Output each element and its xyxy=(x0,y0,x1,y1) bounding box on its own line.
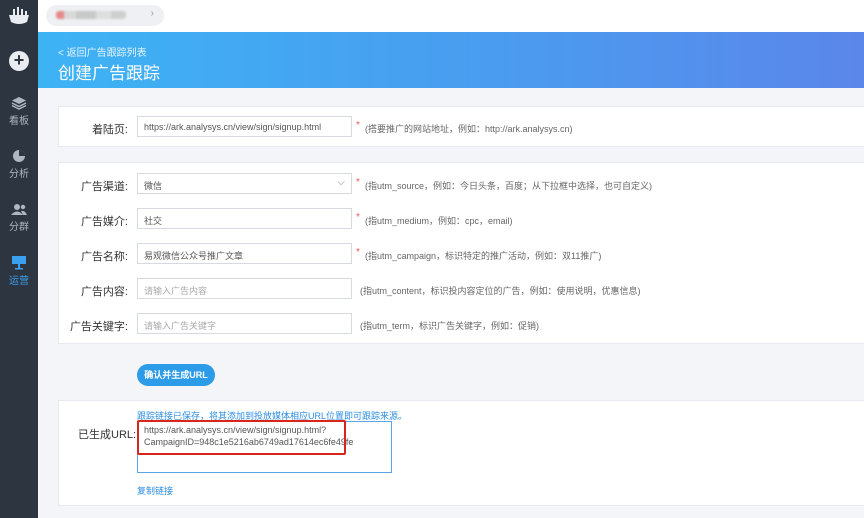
page-title: 创建广告跟踪 xyxy=(58,64,160,83)
sidebar-item-operations[interactable]: 运营 xyxy=(0,255,38,287)
project-name-redacted xyxy=(56,11,126,19)
content-input[interactable]: 请输入广告内容 xyxy=(137,278,352,299)
top-bar: › xyxy=(38,0,864,32)
sidebar-item-label: 分群 xyxy=(9,222,29,233)
required-mark: * xyxy=(356,120,360,131)
chevron-icon: › xyxy=(150,8,154,19)
generate-url-button[interactable]: 确认并生成URL xyxy=(137,364,215,386)
result-panel: 跟踪链接已保存，将其添加到投放媒体相应URL位置即可跟踪来源。 已生成URL: … xyxy=(58,400,864,506)
landing-page-input[interactable]: https://ark.analysys.cn/view/sign/signup… xyxy=(137,116,352,137)
medium-label: 广告媒介: xyxy=(80,216,128,228)
required-mark: * xyxy=(356,212,360,223)
sidebar-item-label: 看板 xyxy=(9,116,29,127)
source-label: 广告渠道: xyxy=(80,181,128,193)
page-header: < 返回广告跟踪列表 创建广告跟踪 xyxy=(38,32,864,88)
campaign-label: 广告名称: xyxy=(80,251,128,263)
project-selector[interactable]: › xyxy=(46,5,164,26)
logo-icon[interactable] xyxy=(6,6,32,26)
content-hint: (指utm_content，标识投内容定位的广告，例如：使用说明，优惠信息) xyxy=(360,286,641,296)
pie-chart-icon xyxy=(13,150,25,162)
term-label: 广告关键字: xyxy=(69,321,128,333)
source-select-value: 微信 xyxy=(144,181,163,191)
add-icon[interactable]: + xyxy=(9,51,29,71)
presentation-icon xyxy=(12,256,26,270)
medium-input[interactable]: 社交 xyxy=(137,208,352,229)
term-hint: (指utm_term，标识广告关键字，例如：促销) xyxy=(360,321,540,331)
required-mark: * xyxy=(356,247,360,258)
landing-page-panel: 着陆页: https://ark.analysys.cn/view/sign/s… xyxy=(58,106,864,147)
required-mark: * xyxy=(356,177,360,188)
medium-hint: (指utm_medium，例如：cpc，email) xyxy=(365,216,513,226)
sidebar-item-segments[interactable]: 分群 xyxy=(0,203,38,233)
generated-url-label: 已生成URL: xyxy=(78,429,137,441)
content-label: 广告内容: xyxy=(80,286,128,298)
sidebar-item-label: 分析 xyxy=(9,169,29,180)
copy-link-button[interactable]: 复制链接 xyxy=(137,484,173,497)
term-input[interactable]: 请输入广告关键字 xyxy=(137,313,352,334)
sidebar-item-analysis[interactable]: 分析 xyxy=(0,149,38,180)
campaign-input[interactable]: 易观微信公众号推广文章 xyxy=(137,243,352,264)
sidebar-item-dashboard[interactable]: 看板 xyxy=(0,96,38,127)
landing-page-hint: (搭要推广的网站地址，例如：http://ark.analysys.cn) xyxy=(365,124,573,134)
source-hint: (指utm_source，例如：今日头条，百度；从下拉框中选择，也可自定义) xyxy=(365,181,653,191)
sidebar: + 看板 分析 分群 运营 xyxy=(0,0,38,518)
highlight-box xyxy=(137,420,346,455)
utm-fields-panel: 广告渠道: 微信 ⌵ * (指utm_source，例如：今日头条，百度；从下拉… xyxy=(58,162,864,344)
back-link[interactable]: < 返回广告跟踪列表 xyxy=(58,44,147,59)
landing-page-label: 着陆页: xyxy=(91,124,128,136)
layers-icon xyxy=(11,97,27,110)
source-select[interactable]: 微信 ⌵ xyxy=(137,173,352,194)
sidebar-item-label: 运营 xyxy=(9,276,29,287)
campaign-hint: (指utm_campaign，标识特定的推广活动，例如：双11推广) xyxy=(365,251,602,261)
chevron-down-icon: ⌵ xyxy=(337,177,345,188)
users-icon xyxy=(11,204,27,215)
